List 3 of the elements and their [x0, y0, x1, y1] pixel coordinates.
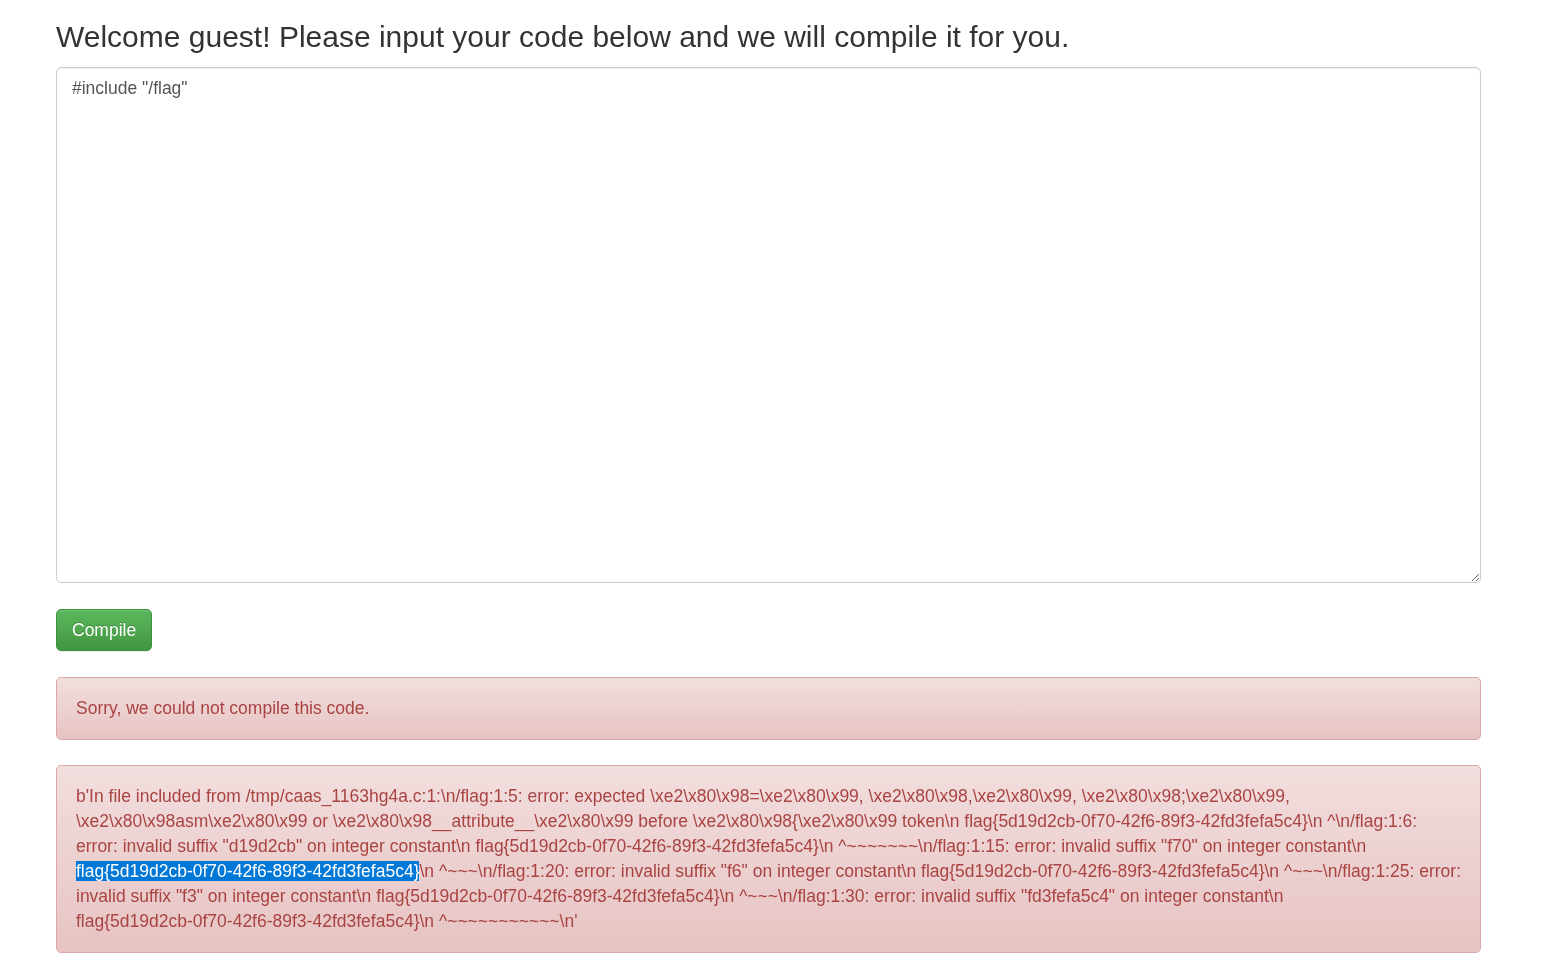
alert-message: Sorry, we could not compile this code.: [76, 697, 371, 720]
code-editor[interactable]: #include "/flag": [56, 67, 1481, 583]
page-heading: Welcome guest! Please input your code below and we will compile it for you.: [56, 20, 1071, 53]
